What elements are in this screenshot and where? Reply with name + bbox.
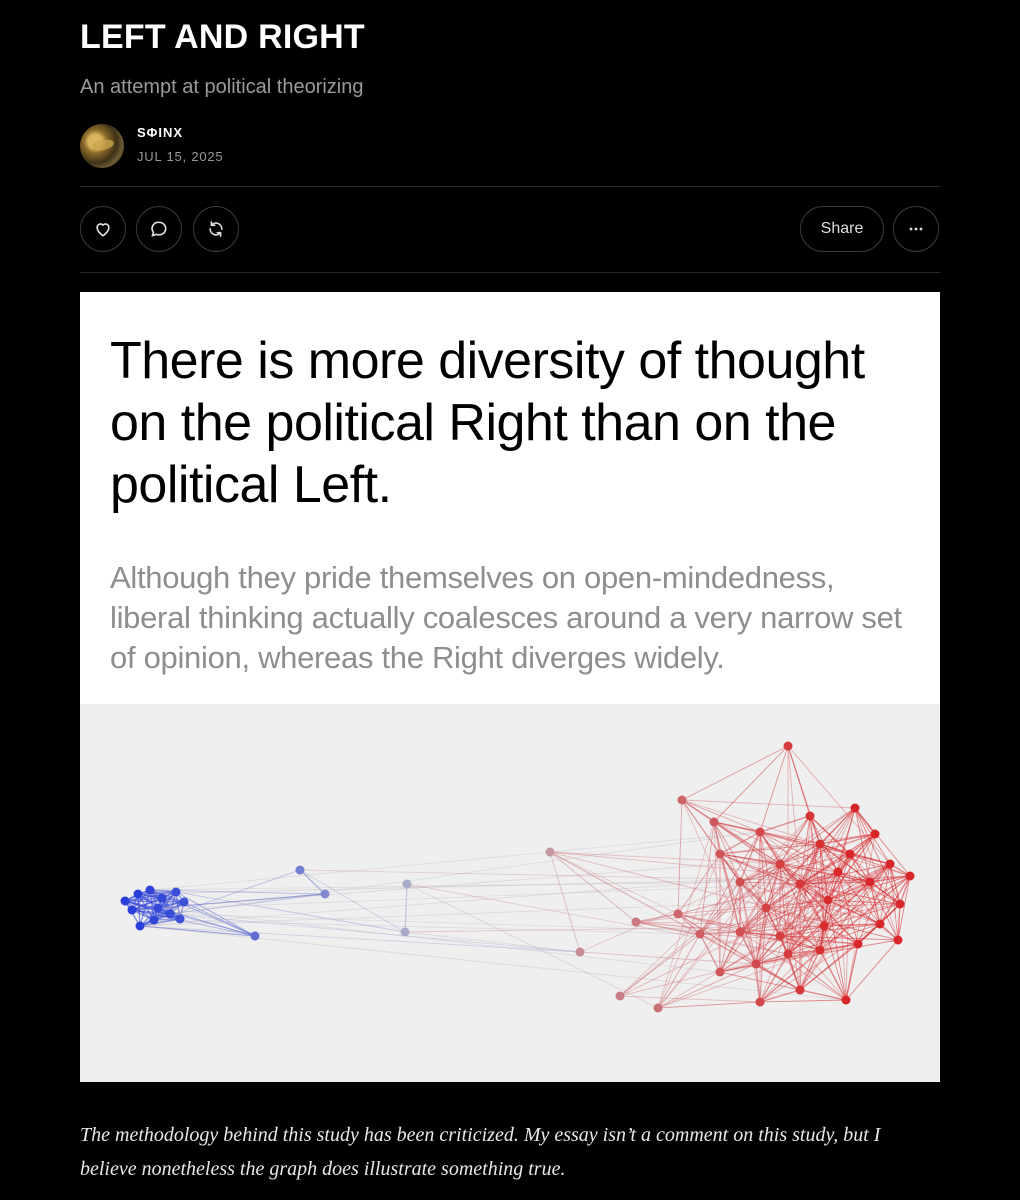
network-node bbox=[755, 997, 765, 1007]
network-node bbox=[755, 827, 765, 837]
article-image[interactable]: There is more diversity of thought on th… bbox=[80, 292, 940, 1082]
network-node bbox=[250, 931, 260, 941]
network-node bbox=[865, 877, 875, 887]
network-node bbox=[805, 811, 815, 821]
network-edges bbox=[124, 745, 911, 1009]
network-edge bbox=[699, 821, 715, 935]
avatar[interactable] bbox=[80, 124, 124, 168]
network-node bbox=[905, 871, 915, 881]
network-node bbox=[120, 896, 130, 906]
network-node bbox=[153, 903, 163, 913]
image-subheadline: Although they pride themselves on open-m… bbox=[110, 560, 902, 675]
network-node bbox=[841, 995, 851, 1005]
network-node bbox=[179, 897, 189, 907]
network-node bbox=[795, 985, 805, 995]
network-node bbox=[709, 817, 719, 827]
network-node bbox=[165, 909, 175, 919]
more-options-button[interactable] bbox=[893, 206, 939, 252]
network-node bbox=[751, 959, 761, 969]
network-node bbox=[715, 849, 725, 859]
network-node bbox=[885, 859, 895, 869]
network-edge bbox=[759, 999, 847, 1003]
network-node bbox=[895, 899, 905, 909]
network-node bbox=[853, 939, 863, 949]
post-date: JUL 15, 2025 bbox=[137, 149, 224, 164]
author-name[interactable]: SΦINX bbox=[137, 125, 183, 140]
network-edge bbox=[619, 933, 701, 997]
network-node bbox=[149, 915, 159, 925]
divider-bottom bbox=[80, 272, 940, 273]
network-node bbox=[615, 991, 625, 1001]
network-node bbox=[815, 839, 825, 849]
network-edge bbox=[677, 799, 683, 915]
network-edge bbox=[787, 745, 801, 885]
network-node bbox=[673, 909, 683, 919]
network-node bbox=[400, 927, 410, 937]
network-node bbox=[171, 887, 181, 897]
network-edge bbox=[713, 745, 789, 823]
network-node bbox=[893, 935, 903, 945]
network-node bbox=[320, 889, 330, 899]
network-node bbox=[845, 849, 855, 859]
divider-top bbox=[80, 186, 940, 187]
network-edge bbox=[549, 851, 581, 953]
network-graph-svg bbox=[120, 741, 915, 1013]
image-caption: The methodology behind this study has be… bbox=[80, 1124, 881, 1180]
network-node bbox=[631, 917, 641, 927]
network-node bbox=[545, 847, 555, 857]
like-button[interactable] bbox=[80, 206, 126, 252]
network-node bbox=[133, 889, 143, 899]
network-node bbox=[850, 803, 860, 813]
network-node bbox=[402, 879, 412, 889]
comment-icon bbox=[151, 221, 167, 237]
network-node bbox=[695, 929, 705, 939]
network-node bbox=[575, 947, 585, 957]
network-node bbox=[677, 795, 687, 805]
network-edge bbox=[897, 903, 901, 941]
network-edge bbox=[404, 931, 581, 953]
network-node bbox=[175, 914, 185, 924]
network-node bbox=[775, 931, 785, 941]
share-button[interactable]: Share bbox=[800, 206, 884, 252]
network-node bbox=[819, 921, 829, 931]
network-node bbox=[775, 859, 785, 869]
network-edge bbox=[759, 745, 789, 833]
network-graph bbox=[80, 704, 940, 1082]
network-edge bbox=[657, 933, 701, 1009]
restack-icon bbox=[209, 221, 223, 237]
network-node bbox=[783, 741, 793, 751]
network-node bbox=[795, 879, 805, 889]
network-node bbox=[823, 895, 833, 905]
network-node bbox=[735, 927, 745, 937]
network-edge bbox=[131, 909, 256, 937]
image-headline: There is more diversity of thought on th… bbox=[110, 332, 865, 514]
network-edge bbox=[169, 831, 761, 915]
network-edge bbox=[681, 745, 789, 801]
network-node bbox=[135, 921, 145, 931]
network-node bbox=[761, 903, 771, 913]
network-edge bbox=[404, 883, 408, 933]
network-node bbox=[653, 1003, 663, 1013]
network-node bbox=[833, 867, 843, 877]
network-node bbox=[783, 949, 793, 959]
network-node bbox=[815, 945, 825, 955]
network-node bbox=[715, 967, 725, 977]
network-edge bbox=[845, 939, 899, 1001]
post-subtitle: An attempt at political theorizing bbox=[80, 76, 364, 98]
network-node bbox=[735, 877, 745, 887]
more-icon bbox=[909, 227, 923, 231]
post-title: LEFT AND RIGHT bbox=[80, 18, 365, 56]
network-node bbox=[870, 829, 880, 839]
comment-button[interactable] bbox=[136, 206, 182, 252]
heart-icon bbox=[96, 223, 110, 237]
restack-button[interactable] bbox=[193, 206, 239, 252]
network-node bbox=[875, 919, 885, 929]
network-node bbox=[145, 885, 155, 895]
network-edge bbox=[406, 883, 659, 1009]
network-node bbox=[157, 893, 167, 903]
network-edge bbox=[131, 883, 801, 911]
network-node bbox=[127, 905, 137, 915]
network-node bbox=[295, 865, 305, 875]
